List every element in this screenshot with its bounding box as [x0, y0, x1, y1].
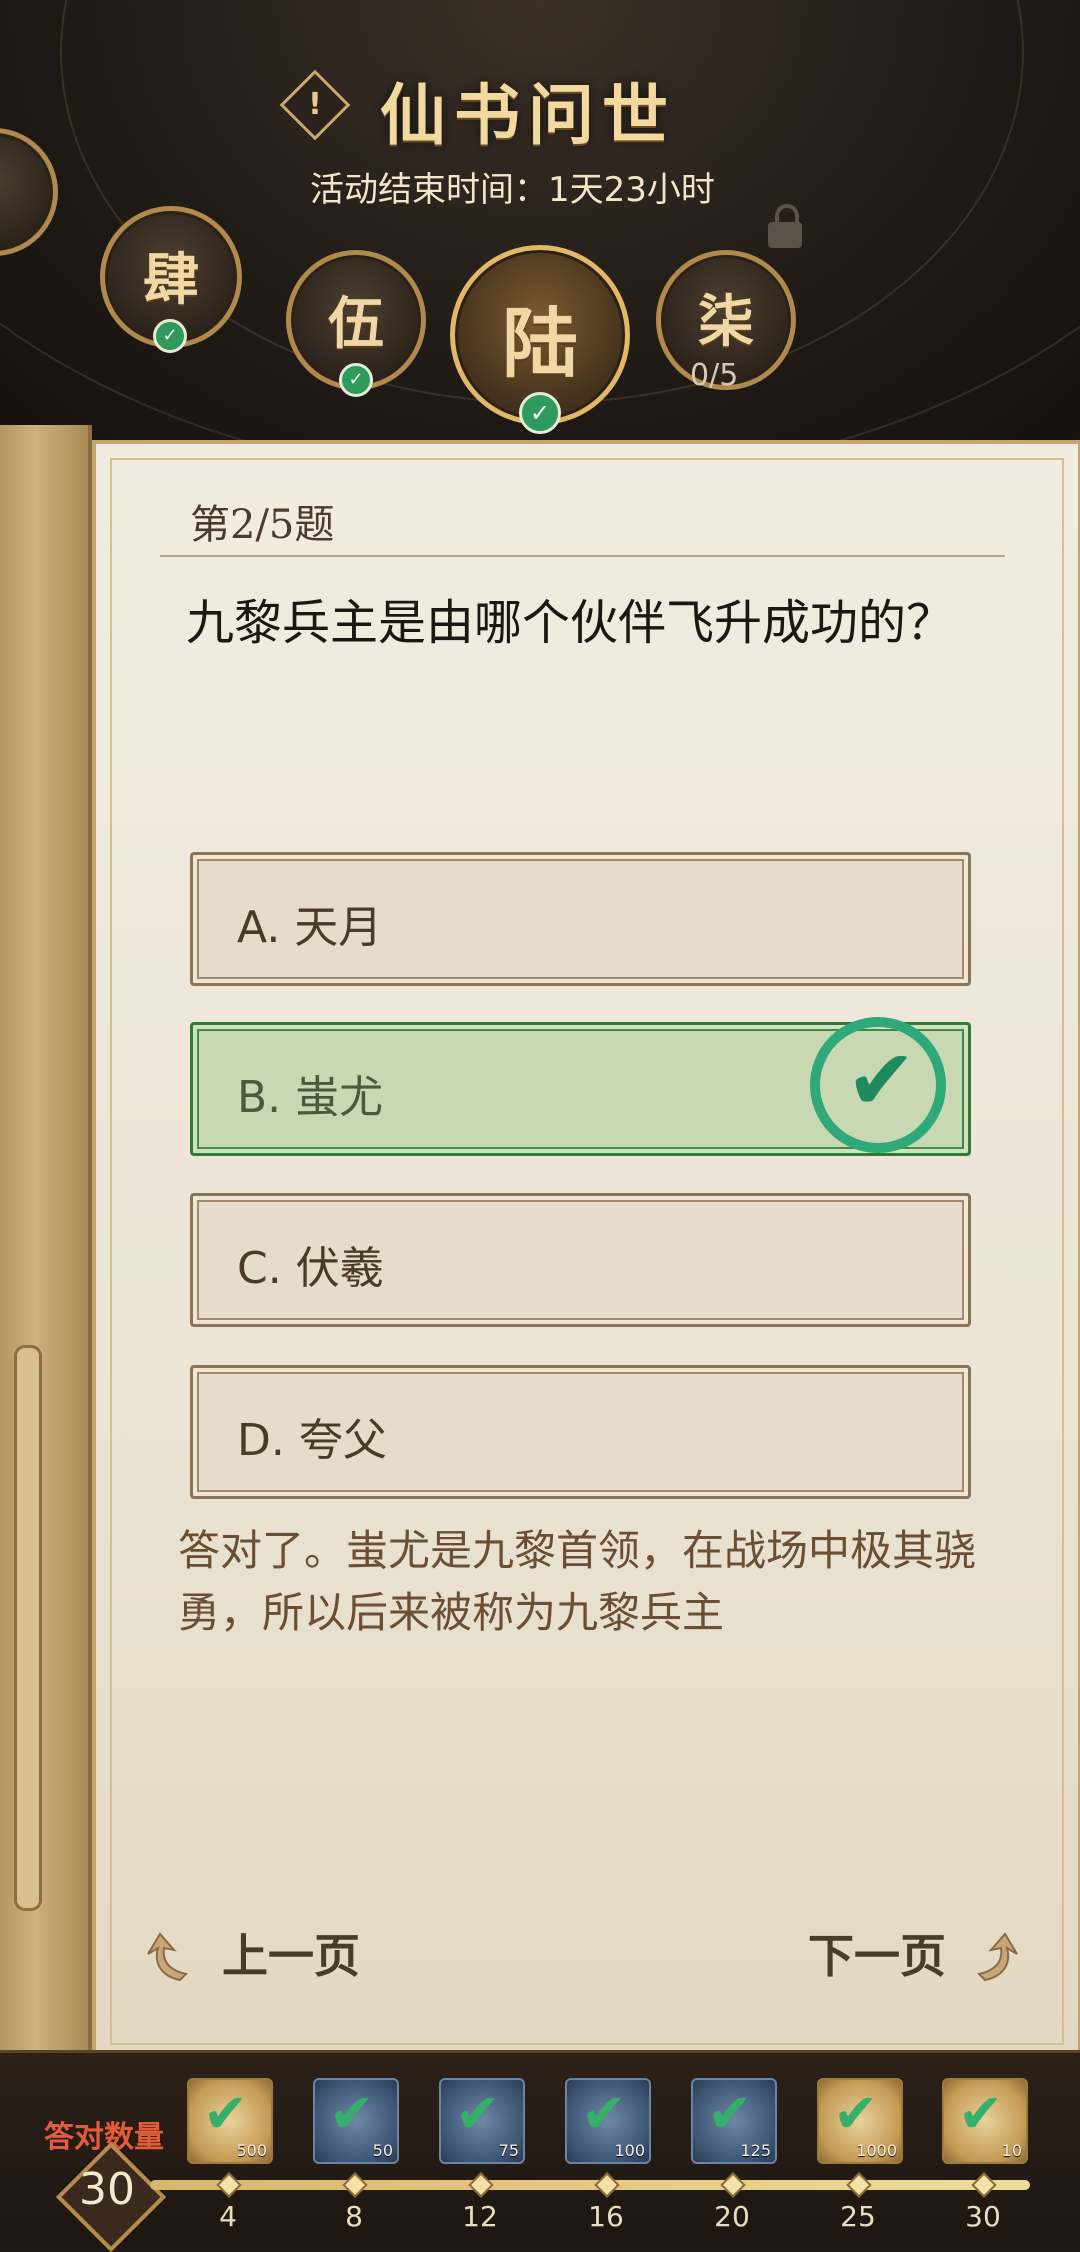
claimed-check-icon: ✔ [707, 2082, 753, 2145]
chapter-4-glyph: 肆 [143, 247, 199, 313]
option-a[interactable]: A. 天月 [190, 852, 971, 986]
reward-amount: 500 [236, 2141, 267, 2160]
prev-arrow-icon[interactable] [140, 1928, 200, 1988]
claimed-check-icon: ✔ [833, 2082, 879, 2145]
answer-explanation: 答对了。蚩尤是九黎首领，在战场中极其骁勇，所以后来被称为九黎兵主 [178, 1526, 977, 1637]
option-b-label: B. 蚩尤 [237, 1072, 384, 1123]
milestone-label: 16 [588, 2200, 624, 2233]
correct-count: 30 [79, 2164, 135, 2215]
reward-amount: 100 [614, 2141, 645, 2160]
reward-item[interactable]: ✔ 100 [565, 2078, 651, 2164]
option-a-label: A. 天月 [237, 902, 383, 953]
option-b-correct[interactable]: B. 蚩尤 ✔ [190, 1017, 971, 1156]
claimed-check-icon: ✔ [581, 2082, 627, 2145]
check-icon: ✓ [519, 392, 561, 434]
correct-check-icon: ✔ [810, 1017, 946, 1153]
milestone-label: 4 [219, 2200, 237, 2233]
reward-item[interactable]: ✔ 125 [691, 2078, 777, 2164]
activity-header: ! 仙书问世 活动结束时间：1天23小时 肆 ✓ 伍 ✓ 陆 ✓ 柒 0/5 [0, 0, 1080, 440]
milestone-label: 8 [345, 2200, 363, 2233]
check-icon: ✓ [339, 363, 373, 397]
reward-amount: 10 [1001, 2141, 1022, 2160]
reward-amount: 125 [740, 2141, 771, 2160]
reward-amount: 50 [372, 2141, 393, 2160]
event-end-time: 活动结束时间：1天23小时 [310, 170, 715, 210]
chapter-7-progress: 0/5 [690, 358, 739, 393]
claimed-check-icon: ✔ [958, 2082, 1004, 2145]
reward-item[interactable]: ✔ 500 [187, 2078, 273, 2164]
chapter-6-current[interactable]: 陆 ✓ [450, 245, 630, 434]
milestone-label: 12 [462, 2200, 498, 2233]
divider [160, 555, 1005, 557]
milestone-label: 25 [840, 2200, 876, 2233]
option-c-label: C. 伏羲 [237, 1243, 384, 1294]
lock-icon [768, 204, 802, 248]
milestone-label: 30 [965, 2200, 1001, 2233]
check-icon: ✓ [153, 319, 187, 353]
option-d-label: D. 夸父 [237, 1415, 387, 1466]
question-number: 第2/5题 [190, 502, 335, 548]
progress-fill [150, 2180, 1030, 2190]
next-arrow-icon[interactable] [965, 1928, 1025, 1988]
chapter-4[interactable]: 肆 ✓ [100, 206, 242, 353]
claimed-check-icon: ✔ [203, 2082, 249, 2145]
chapter-7-glyph: 柒 [698, 289, 754, 355]
scroll-rod-decoration [0, 425, 92, 2065]
reward-item[interactable]: ✔ 50 [313, 2078, 399, 2164]
reward-amount: 75 [498, 2141, 519, 2160]
claimed-check-icon: ✔ [329, 2082, 375, 2145]
info-icon: ! [308, 87, 322, 122]
reward-amount: 1000 [856, 2141, 897, 2160]
page-title: 仙书问世 [380, 76, 676, 154]
chapter-5[interactable]: 伍 ✓ [286, 250, 426, 397]
claimed-check-icon: ✔ [455, 2082, 501, 2145]
option-c[interactable]: C. 伏羲 [190, 1193, 971, 1327]
prev-page-button[interactable]: 上一页 [222, 1920, 360, 1986]
chapter-5-glyph: 伍 [328, 291, 384, 357]
option-d[interactable]: D. 夸父 [190, 1365, 971, 1499]
chapter-6-glyph: 陆 [502, 299, 578, 388]
reward-item[interactable]: ✔ 1000 [817, 2078, 903, 2164]
milestone-label: 20 [714, 2200, 750, 2233]
reward-item[interactable]: ✔ 10 [942, 2078, 1028, 2164]
reward-item[interactable]: ✔ 75 [439, 2078, 525, 2164]
next-page-button[interactable]: 下一页 [808, 1920, 946, 1986]
question-text: 九黎兵主是由哪个伙伴飞升成功的？ [186, 595, 955, 651]
progress-track [150, 2180, 1030, 2190]
scroll-track[interactable] [14, 1345, 42, 1911]
